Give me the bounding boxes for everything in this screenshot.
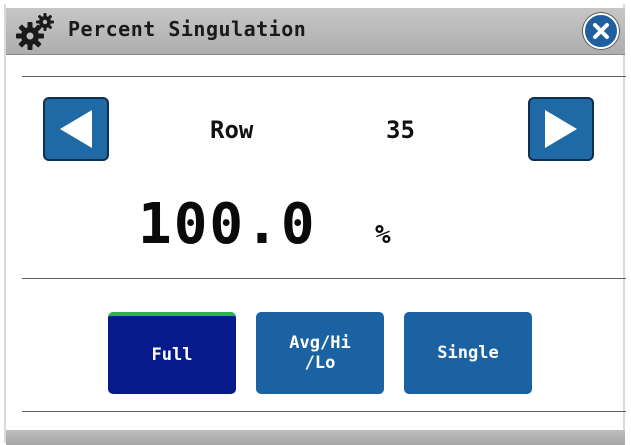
title-bar: Percent Singulation: [6, 8, 625, 55]
previous-row-button[interactable]: [43, 97, 109, 161]
full-mode-button[interactable]: Full: [108, 312, 236, 394]
close-button[interactable]: [583, 13, 619, 49]
row-number: 35: [386, 116, 415, 144]
gears-icon: [16, 13, 54, 50]
bottom-bar: [6, 430, 625, 445]
arrow-right-icon: [545, 110, 577, 148]
row-label: Row: [210, 116, 254, 144]
single-mode-button[interactable]: Single: [404, 312, 532, 394]
percent-unit: %: [375, 220, 391, 250]
arrow-left-icon: [60, 110, 92, 148]
avg-hi-lo-mode-button[interactable]: Avg/Hi /Lo: [256, 312, 384, 394]
singulation-value: 100.0: [138, 192, 317, 257]
close-icon: [593, 23, 609, 39]
page-title: Percent Singulation: [68, 17, 307, 41]
next-row-button[interactable]: [528, 97, 594, 161]
